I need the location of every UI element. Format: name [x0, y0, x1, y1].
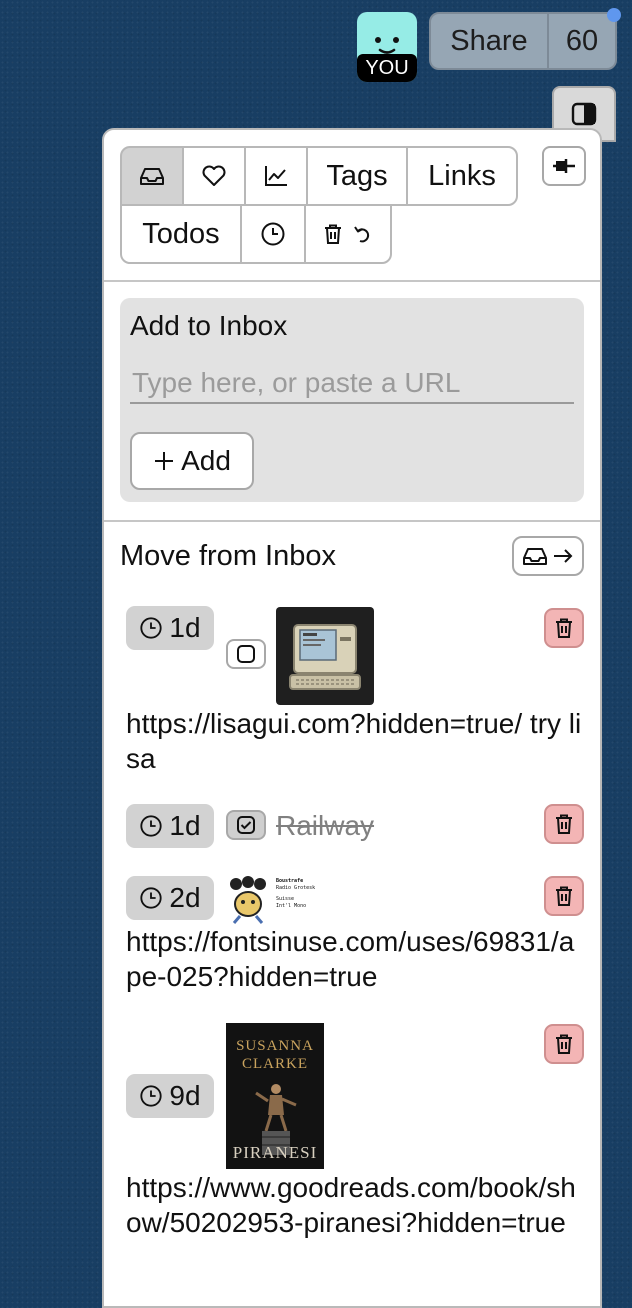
age-badge: 9d: [126, 1074, 214, 1118]
clock-icon: [261, 222, 285, 246]
checkbox-empty-icon: [237, 645, 255, 663]
tab-trash[interactable]: [304, 204, 392, 264]
inbox-input[interactable]: [130, 364, 574, 404]
share-group: Share 60: [429, 8, 621, 70]
trash-icon: [325, 224, 341, 244]
computer-thumbnail: [276, 607, 374, 705]
delete-button[interactable]: [544, 804, 584, 844]
add-to-inbox-section: Add to Inbox Add: [120, 298, 584, 502]
font-specimen-thumbnail: Boustrafe Radio Grotesk Suisse Int'l Mon…: [226, 876, 316, 924]
clock-icon: [140, 617, 163, 639]
delete-button[interactable]: [544, 876, 584, 916]
cartoon-illustration-icon: [230, 876, 266, 924]
trash-icon: [556, 886, 572, 906]
tab-tags[interactable]: Tags: [306, 146, 408, 206]
age-badge: 1d: [126, 804, 214, 848]
item-link[interactable]: https://www.goodreads.com/book/show/5020…: [126, 1170, 586, 1240]
inbox-icon: [523, 548, 547, 565]
plus-icon: [155, 452, 174, 470]
add-button-label: Add: [181, 445, 231, 476]
pin-panel-button[interactable]: [542, 146, 586, 186]
item-link[interactable]: https://lisagui.com?hidden=true/ try lis…: [126, 706, 586, 776]
retro-computer-icon: [289, 624, 361, 690]
tab-inbox[interactable]: [120, 146, 184, 206]
clock-icon: [140, 1085, 163, 1107]
age-text: 1d: [169, 810, 201, 841]
age-badge: 1d: [126, 606, 214, 650]
tab-stats[interactable]: [244, 146, 308, 206]
add-button[interactable]: Add: [130, 432, 254, 490]
side-panel: Tags Links Todos Add to Inbox Type here,…: [102, 128, 602, 1308]
book-title: PIRANESI: [232, 1143, 318, 1162]
tab-history[interactable]: [240, 204, 306, 264]
move-from-inbox-title: Move from Inbox: [120, 540, 336, 572]
share-count[interactable]: 60: [549, 14, 615, 68]
arrow-right-icon: [554, 549, 573, 563]
todo-checkbox[interactable]: [226, 810, 266, 840]
tab-todos[interactable]: Todos: [120, 204, 242, 264]
item-title[interactable]: Railway: [276, 810, 374, 842]
age-text: 2d: [169, 882, 201, 913]
item-link[interactable]: https://fontsinuse.com/uses/69831/ape-02…: [126, 924, 586, 994]
checkbox-checked-icon: [237, 816, 255, 834]
user-avatar[interactable]: YOU: [357, 12, 417, 82]
add-to-inbox-title: Add to Inbox: [130, 310, 288, 341]
book-author: SUSANNA CLARKE: [236, 1038, 314, 1072]
trash-icon: [556, 1034, 572, 1054]
tab-links[interactable]: Links: [406, 146, 518, 206]
heart-icon: [202, 165, 226, 186]
trash-icon: [556, 814, 572, 834]
trash-icon: [556, 618, 572, 638]
age-text: 9d: [169, 1080, 201, 1111]
book-cover-thumbnail: SUSANNA CLARKE PIRANESI: [226, 1023, 324, 1169]
delete-button[interactable]: [544, 1024, 584, 1064]
divider: [104, 520, 600, 522]
todo-checkbox[interactable]: [226, 639, 266, 669]
clock-icon: [140, 887, 163, 909]
share-button[interactable]: Share: [431, 14, 549, 68]
undo-icon: [354, 226, 370, 243]
pin-icon: [553, 159, 575, 173]
age-badge: 2d: [126, 876, 214, 920]
age-text: 1d: [169, 612, 201, 643]
clock-icon: [140, 815, 163, 837]
delete-button[interactable]: [544, 608, 584, 648]
tab-favorites[interactable]: [182, 146, 246, 206]
inbox-icon: [140, 168, 164, 185]
divider: [104, 280, 600, 282]
move-all-button[interactable]: [512, 536, 584, 576]
specimen-text: Boustrafe Radio Grotesk Suisse Int'l Mon…: [276, 878, 316, 909]
chart-icon: [265, 166, 287, 186]
sidebar-toggle-icon: [571, 102, 597, 126]
notification-dot: [607, 8, 621, 22]
avatar-label: YOU: [357, 54, 417, 82]
